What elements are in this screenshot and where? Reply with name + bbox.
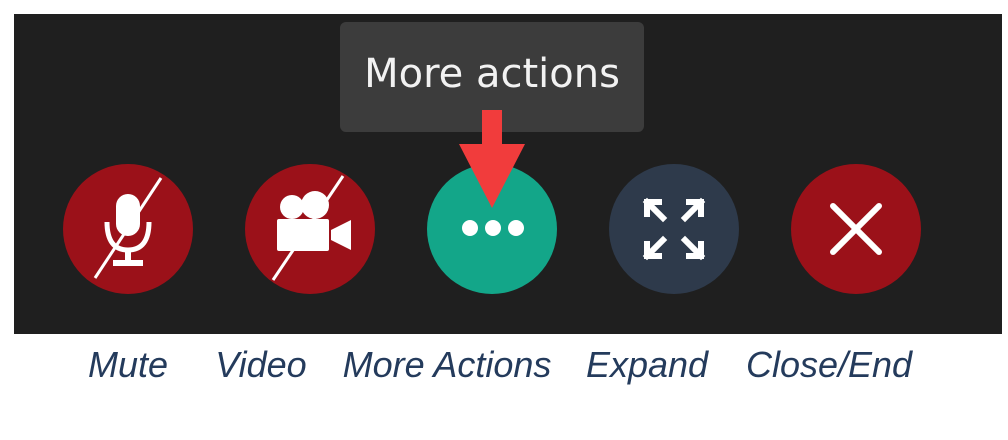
caption-video: Video	[215, 344, 307, 385]
caption-mute: Mute	[87, 344, 169, 385]
expand-button[interactable]	[609, 164, 739, 294]
ellipsis-icon	[462, 220, 524, 236]
more-actions-button[interactable]	[427, 164, 557, 294]
close-icon	[830, 203, 882, 255]
caption-expand: Expand	[585, 344, 709, 385]
control-captions: Mute Video More Actions Expand Close/End	[0, 344, 1008, 394]
caption-more-actions: More Actions	[342, 344, 552, 385]
close-end-button[interactable]	[791, 164, 921, 294]
mute-button[interactable]	[63, 164, 193, 294]
more-actions-tooltip: More actions	[340, 22, 644, 132]
tooltip-text: More actions	[364, 51, 620, 97]
expand-icon	[642, 197, 706, 261]
video-button[interactable]	[245, 164, 375, 294]
page: More actions Mute Video More Actions Exp…	[0, 0, 1008, 440]
caption-close-end: Close/End	[745, 344, 913, 385]
microphone-muted-icon	[93, 177, 163, 279]
video-camera-off-icon	[271, 175, 351, 281]
